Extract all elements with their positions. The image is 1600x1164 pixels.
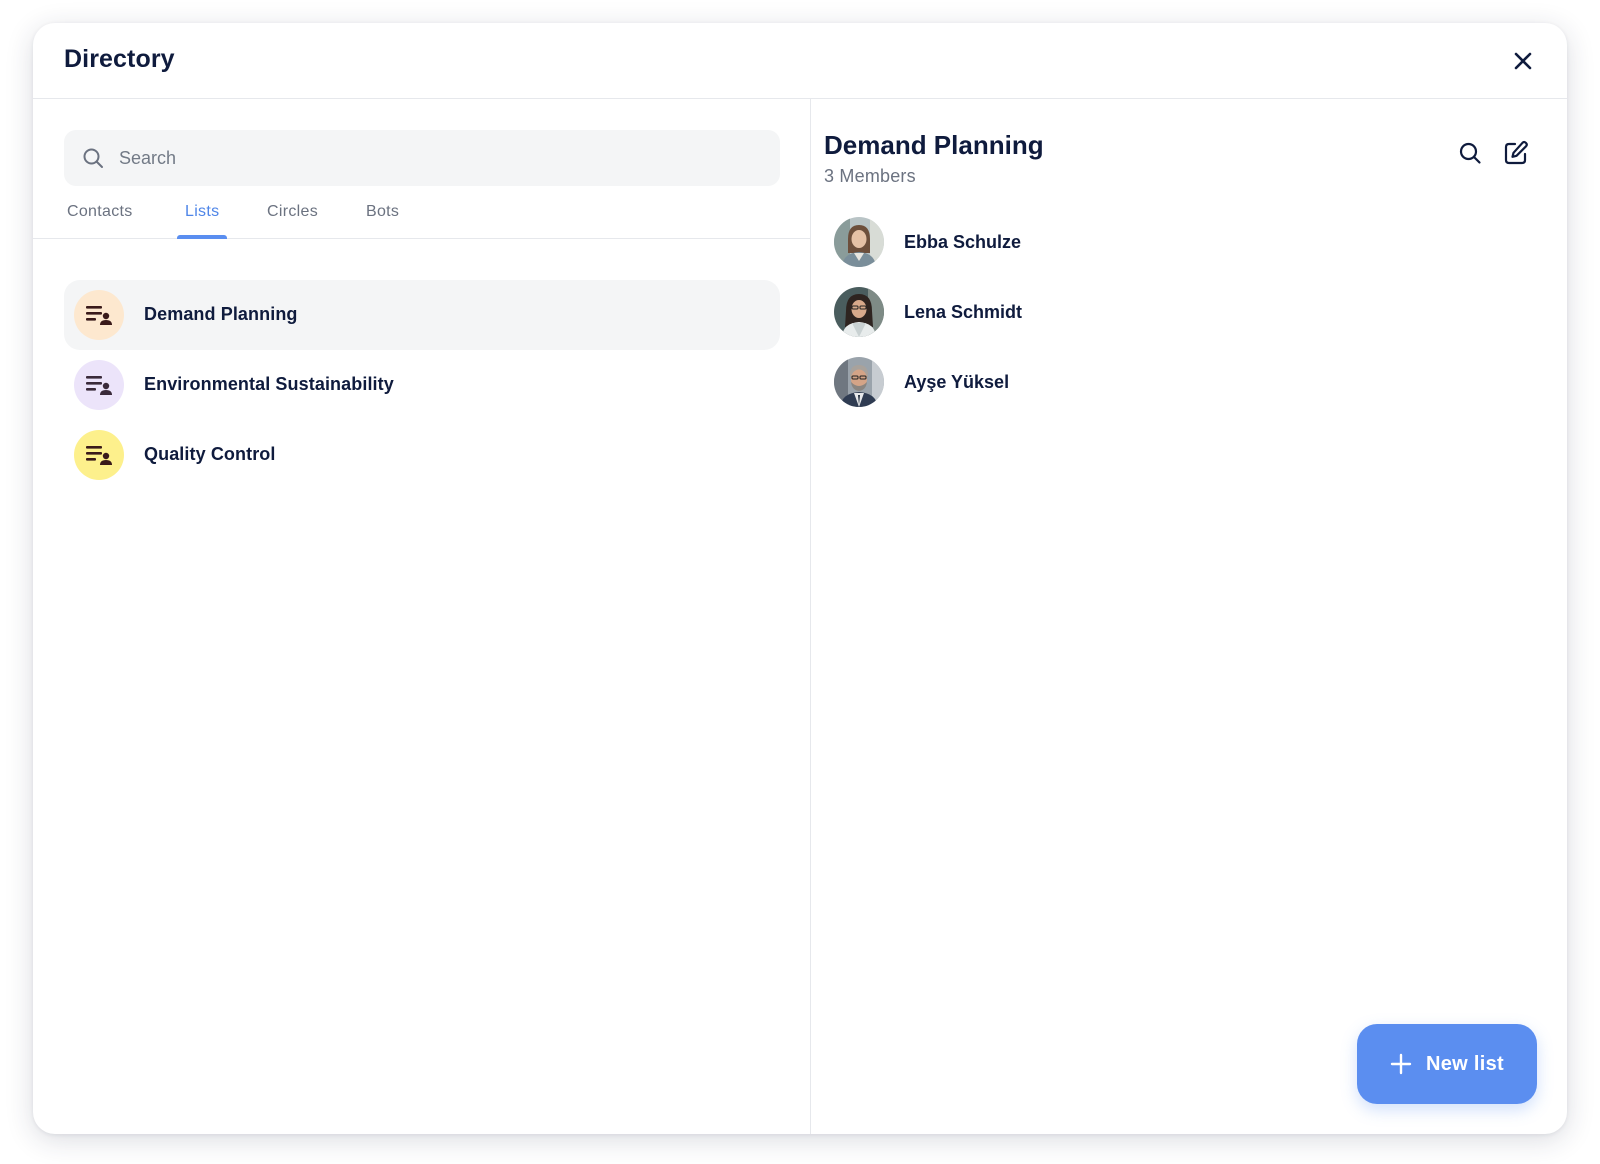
list-user-icon bbox=[86, 306, 112, 325]
tab-label: Contacts bbox=[67, 203, 133, 220]
list-avatar bbox=[74, 360, 124, 410]
avatar bbox=[834, 357, 884, 407]
left-pane: Contacts Lists Circles Bots bbox=[33, 99, 811, 1134]
avatar bbox=[834, 287, 884, 337]
tab-label: Lists bbox=[185, 203, 220, 220]
search-input[interactable] bbox=[119, 130, 759, 186]
directory-dialog: Directory Contacts Lists Circles bbox=[33, 23, 1567, 1134]
member-name: Lena Schmidt bbox=[904, 302, 1023, 322]
search-members-button[interactable] bbox=[1456, 139, 1484, 167]
dialog-title: Directory bbox=[64, 45, 175, 73]
new-list-label: New list bbox=[1426, 1052, 1504, 1075]
avatar bbox=[834, 217, 884, 267]
list-user-icon bbox=[86, 376, 112, 395]
tab-label: Bots bbox=[366, 203, 400, 220]
tab-bar: Contacts Lists Circles Bots bbox=[33, 195, 810, 239]
close-button[interactable] bbox=[1509, 47, 1537, 75]
list-avatar bbox=[74, 430, 124, 480]
list-item-environmental-sustainability[interactable]: Environmental Sustainability bbox=[64, 350, 780, 420]
list-item-label: Quality Control bbox=[144, 444, 276, 464]
member-name: Ebba Schulze bbox=[904, 232, 1022, 252]
list-item-demand-planning[interactable]: Demand Planning bbox=[64, 280, 780, 350]
close-icon bbox=[1514, 52, 1532, 70]
tab-label: Circles bbox=[267, 203, 318, 220]
tab-lists[interactable]: Lists bbox=[177, 203, 228, 239]
edit-icon bbox=[1504, 140, 1528, 165]
active-tab-indicator bbox=[177, 235, 228, 239]
dialog-header: Directory bbox=[33, 23, 1567, 99]
member-count: 3 Members bbox=[824, 166, 916, 186]
plus-icon bbox=[1390, 1053, 1412, 1075]
member-row[interactable]: Ebba Schulze bbox=[834, 217, 1334, 269]
search-box[interactable] bbox=[64, 130, 780, 186]
search-icon bbox=[83, 148, 103, 168]
tab-contacts[interactable]: Contacts bbox=[67, 203, 133, 239]
member-row[interactable]: Lena Schmidt bbox=[834, 287, 1334, 339]
new-list-button[interactable]: New list bbox=[1357, 1024, 1537, 1104]
list-item-label: Demand Planning bbox=[144, 304, 298, 324]
tab-circles[interactable]: Circles bbox=[267, 203, 318, 239]
edit-list-button[interactable] bbox=[1502, 139, 1530, 167]
member-name: Ayşe Yüksel bbox=[904, 372, 1010, 392]
list-avatar bbox=[74, 290, 124, 340]
search-icon bbox=[1459, 142, 1481, 164]
detail-title: Demand Planning bbox=[824, 130, 1044, 160]
member-row[interactable]: Ayşe Yüksel bbox=[834, 357, 1334, 409]
detail-pane: Demand Planning 3 Members Ebba Schulze L… bbox=[812, 99, 1567, 1134]
list-item-label: Environmental Sustainability bbox=[144, 374, 394, 394]
list-item-quality-control[interactable]: Quality Control bbox=[64, 420, 780, 490]
list-user-icon bbox=[86, 446, 112, 465]
tab-bots[interactable]: Bots bbox=[366, 203, 399, 239]
